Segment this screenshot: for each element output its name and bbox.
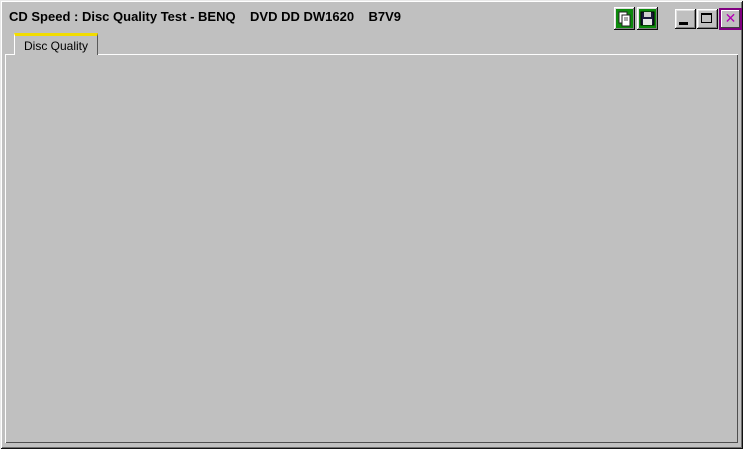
main-panel bbox=[5, 54, 738, 443]
copy-button[interactable] bbox=[614, 7, 635, 30]
minimize-icon bbox=[679, 22, 688, 25]
tab-disc-quality[interactable]: Disc Quality bbox=[14, 33, 98, 55]
maximize-button[interactable] bbox=[697, 9, 718, 29]
close-button[interactable]: ✕ bbox=[719, 8, 742, 30]
window-title: CD Speed : Disc Quality Test - BENQ DVD … bbox=[9, 9, 402, 24]
titlebar: CD Speed : Disc Quality Test - BENQ DVD … bbox=[3, 3, 742, 30]
close-icon: ✕ bbox=[724, 11, 737, 27]
maximize-icon bbox=[701, 13, 712, 23]
save-button[interactable] bbox=[637, 7, 658, 30]
minimize-button[interactable] bbox=[675, 9, 696, 29]
app-window: CD Speed : Disc Quality Test - BENQ DVD … bbox=[0, 0, 743, 449]
copy-icon bbox=[618, 11, 631, 27]
tab-label: Disc Quality bbox=[23, 38, 88, 53]
save-icon bbox=[640, 11, 655, 26]
